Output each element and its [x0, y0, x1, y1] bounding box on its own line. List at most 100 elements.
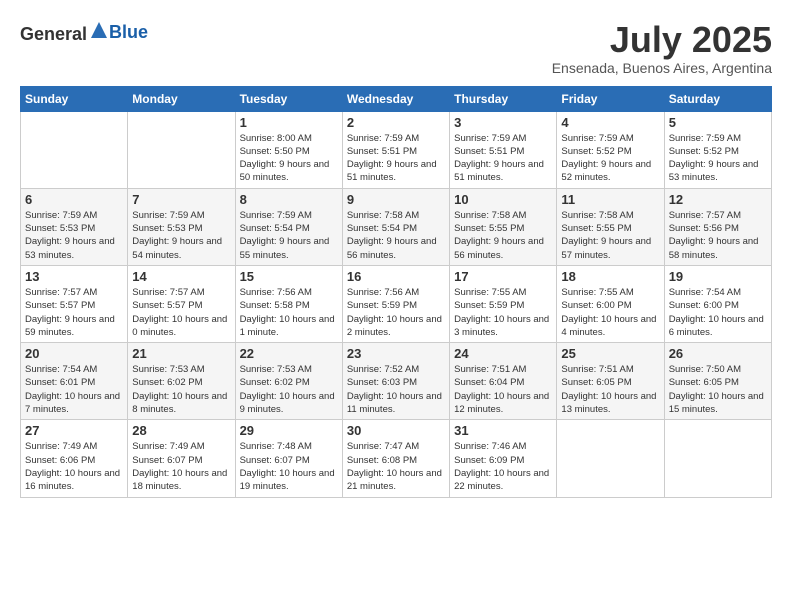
cell-info: Sunrise: 7:55 AM Sunset: 5:59 PM Dayligh… [454, 286, 552, 339]
cell-info: Sunrise: 8:00 AM Sunset: 5:50 PM Dayligh… [240, 132, 338, 185]
calendar-cell: 13 Sunrise: 7:57 AM Sunset: 5:57 PM Dayli… [21, 265, 128, 342]
date-number: 12 [669, 192, 767, 207]
calendar-cell: 3 Sunrise: 7:59 AM Sunset: 5:51 PM Daylig… [450, 111, 557, 188]
day-header-monday: Monday [128, 86, 235, 111]
calendar-cell: 7Sunrise: 7:59 AM Sunset: 5:53 PM Daylig… [128, 188, 235, 265]
calendar-cell: 26 Sunrise: 7:50 AM Sunset: 6:05 PM Dayli… [664, 343, 771, 420]
date-number: 27 [25, 423, 123, 438]
cell-info: Sunrise: 7:54 AM Sunset: 6:01 PM Dayligh… [25, 363, 123, 416]
calendar-cell: 5Sunrise: 7:59 AM Sunset: 5:52 PM Daylig… [664, 111, 771, 188]
cell-info: Sunrise: 7:58 AM Sunset: 5:54 PM Dayligh… [347, 209, 445, 262]
logo-text-general: General [20, 24, 87, 44]
cell-info: Sunrise: 7:57 AM Sunset: 5:56 PM Dayligh… [669, 209, 767, 262]
calendar-cell: 17 Sunrise: 7:55 AM Sunset: 5:59 PM Dayli… [450, 265, 557, 342]
date-number: 5 [669, 115, 767, 130]
date-number: 3 [454, 115, 552, 130]
location-title: Ensenada, Buenos Aires, Argentina [552, 60, 772, 76]
calendar-cell: 22 Sunrise: 7:53 AM Sunset: 6:02 PM Dayli… [235, 343, 342, 420]
date-number: 29 [240, 423, 338, 438]
calendar-cell: 1 Sunrise: 8:00 AM Sunset: 5:50 PM Daylig… [235, 111, 342, 188]
date-number: 25 [561, 346, 659, 361]
month-title: July 2025 [552, 20, 772, 60]
cell-info: Sunrise: 7:49 AM Sunset: 6:06 PM Dayligh… [25, 440, 123, 493]
cell-info: Sunrise: 7:59 AM Sunset: 5:51 PM Dayligh… [347, 132, 445, 185]
calendar-cell: 23Sunrise: 7:52 AM Sunset: 6:03 PM Dayli… [342, 343, 449, 420]
cell-info: Sunrise: 7:57 AM Sunset: 5:57 PM Dayligh… [25, 286, 123, 339]
date-number: 13 [25, 269, 123, 284]
calendar-cell [128, 111, 235, 188]
day-header-thursday: Thursday [450, 86, 557, 111]
calendar-cell: 28 Sunrise: 7:49 AM Sunset: 6:07 PM Dayli… [128, 420, 235, 497]
cell-info: Sunrise: 7:50 AM Sunset: 6:05 PM Dayligh… [669, 363, 767, 416]
cell-info: Sunrise: 7:46 AM Sunset: 6:09 PM Dayligh… [454, 440, 552, 493]
date-number: 4 [561, 115, 659, 130]
date-number: 8 [240, 192, 338, 207]
calendar-cell: 18 Sunrise: 7:55 AM Sunset: 6:00 PM Dayli… [557, 265, 664, 342]
day-header-friday: Friday [557, 86, 664, 111]
calendar-cell: 9 Sunrise: 7:58 AM Sunset: 5:54 PM Daylig… [342, 188, 449, 265]
date-number: 26 [669, 346, 767, 361]
days-header-row: SundayMondayTuesdayWednesdayThursdayFrid… [21, 86, 772, 111]
calendar-cell: 27 Sunrise: 7:49 AM Sunset: 6:06 PM Dayli… [21, 420, 128, 497]
date-number: 14 [132, 269, 230, 284]
cell-info: Sunrise: 7:54 AM Sunset: 6:00 PM Dayligh… [669, 286, 767, 339]
date-number: 28 [132, 423, 230, 438]
cell-info: Sunrise: 7:55 AM Sunset: 6:00 PM Dayligh… [561, 286, 659, 339]
date-number: 20 [25, 346, 123, 361]
week-row-5: 27 Sunrise: 7:49 AM Sunset: 6:06 PM Dayli… [21, 420, 772, 497]
page-header: General Blue July 2025 Ensenada, Buenos … [20, 20, 772, 76]
date-number: 10 [454, 192, 552, 207]
week-row-3: 13 Sunrise: 7:57 AM Sunset: 5:57 PM Dayli… [21, 265, 772, 342]
calendar-cell: 29 Sunrise: 7:48 AM Sunset: 6:07 PM Dayli… [235, 420, 342, 497]
date-number: 1 [240, 115, 338, 130]
logo: General Blue [20, 20, 148, 45]
cell-info: Sunrise: 7:59 AM Sunset: 5:51 PM Dayligh… [454, 132, 552, 185]
date-number: 18 [561, 269, 659, 284]
date-number: 21 [132, 346, 230, 361]
calendar-cell [21, 111, 128, 188]
calendar-table: SundayMondayTuesdayWednesdayThursdayFrid… [20, 86, 772, 498]
cell-info: Sunrise: 7:48 AM Sunset: 6:07 PM Dayligh… [240, 440, 338, 493]
calendar-cell: 21 Sunrise: 7:53 AM Sunset: 6:02 PM Dayli… [128, 343, 235, 420]
cell-info: Sunrise: 7:59 AM Sunset: 5:53 PM Dayligh… [25, 209, 123, 262]
calendar-cell: 16Sunrise: 7:56 AM Sunset: 5:59 PM Dayli… [342, 265, 449, 342]
cell-info: Sunrise: 7:58 AM Sunset: 5:55 PM Dayligh… [454, 209, 552, 262]
calendar-cell: 20 Sunrise: 7:54 AM Sunset: 6:01 PM Dayli… [21, 343, 128, 420]
date-number: 15 [240, 269, 338, 284]
cell-info: Sunrise: 7:53 AM Sunset: 6:02 PM Dayligh… [240, 363, 338, 416]
calendar-cell [664, 420, 771, 497]
cell-info: Sunrise: 7:53 AM Sunset: 6:02 PM Dayligh… [132, 363, 230, 416]
week-row-1: 1 Sunrise: 8:00 AM Sunset: 5:50 PM Daylig… [21, 111, 772, 188]
cell-info: Sunrise: 7:51 AM Sunset: 6:04 PM Dayligh… [454, 363, 552, 416]
date-number: 2 [347, 115, 445, 130]
calendar-cell: 30Sunrise: 7:47 AM Sunset: 6:08 PM Dayli… [342, 420, 449, 497]
cell-info: Sunrise: 7:51 AM Sunset: 6:05 PM Dayligh… [561, 363, 659, 416]
cell-info: Sunrise: 7:56 AM Sunset: 5:58 PM Dayligh… [240, 286, 338, 339]
week-row-2: 6 Sunrise: 7:59 AM Sunset: 5:53 PM Daylig… [21, 188, 772, 265]
date-number: 31 [454, 423, 552, 438]
title-block: July 2025 Ensenada, Buenos Aires, Argent… [552, 20, 772, 76]
calendar-cell: 19Sunrise: 7:54 AM Sunset: 6:00 PM Dayli… [664, 265, 771, 342]
calendar-cell: 12 Sunrise: 7:57 AM Sunset: 5:56 PM Dayli… [664, 188, 771, 265]
date-number: 11 [561, 192, 659, 207]
day-header-wednesday: Wednesday [342, 86, 449, 111]
cell-info: Sunrise: 7:58 AM Sunset: 5:55 PM Dayligh… [561, 209, 659, 262]
date-number: 23 [347, 346, 445, 361]
date-number: 16 [347, 269, 445, 284]
date-number: 17 [454, 269, 552, 284]
cell-info: Sunrise: 7:47 AM Sunset: 6:08 PM Dayligh… [347, 440, 445, 493]
day-header-sunday: Sunday [21, 86, 128, 111]
date-number: 6 [25, 192, 123, 207]
date-number: 9 [347, 192, 445, 207]
date-number: 22 [240, 346, 338, 361]
calendar-cell: 24 Sunrise: 7:51 AM Sunset: 6:04 PM Dayli… [450, 343, 557, 420]
cell-info: Sunrise: 7:57 AM Sunset: 5:57 PM Dayligh… [132, 286, 230, 339]
cell-info: Sunrise: 7:59 AM Sunset: 5:53 PM Dayligh… [132, 209, 230, 262]
logo-text-blue: Blue [109, 22, 148, 42]
cell-info: Sunrise: 7:49 AM Sunset: 6:07 PM Dayligh… [132, 440, 230, 493]
cell-info: Sunrise: 7:59 AM Sunset: 5:52 PM Dayligh… [561, 132, 659, 185]
calendar-cell: 31 Sunrise: 7:46 AM Sunset: 6:09 PM Dayli… [450, 420, 557, 497]
calendar-cell: 6 Sunrise: 7:59 AM Sunset: 5:53 PM Daylig… [21, 188, 128, 265]
date-number: 24 [454, 346, 552, 361]
week-row-4: 20 Sunrise: 7:54 AM Sunset: 6:01 PM Dayli… [21, 343, 772, 420]
